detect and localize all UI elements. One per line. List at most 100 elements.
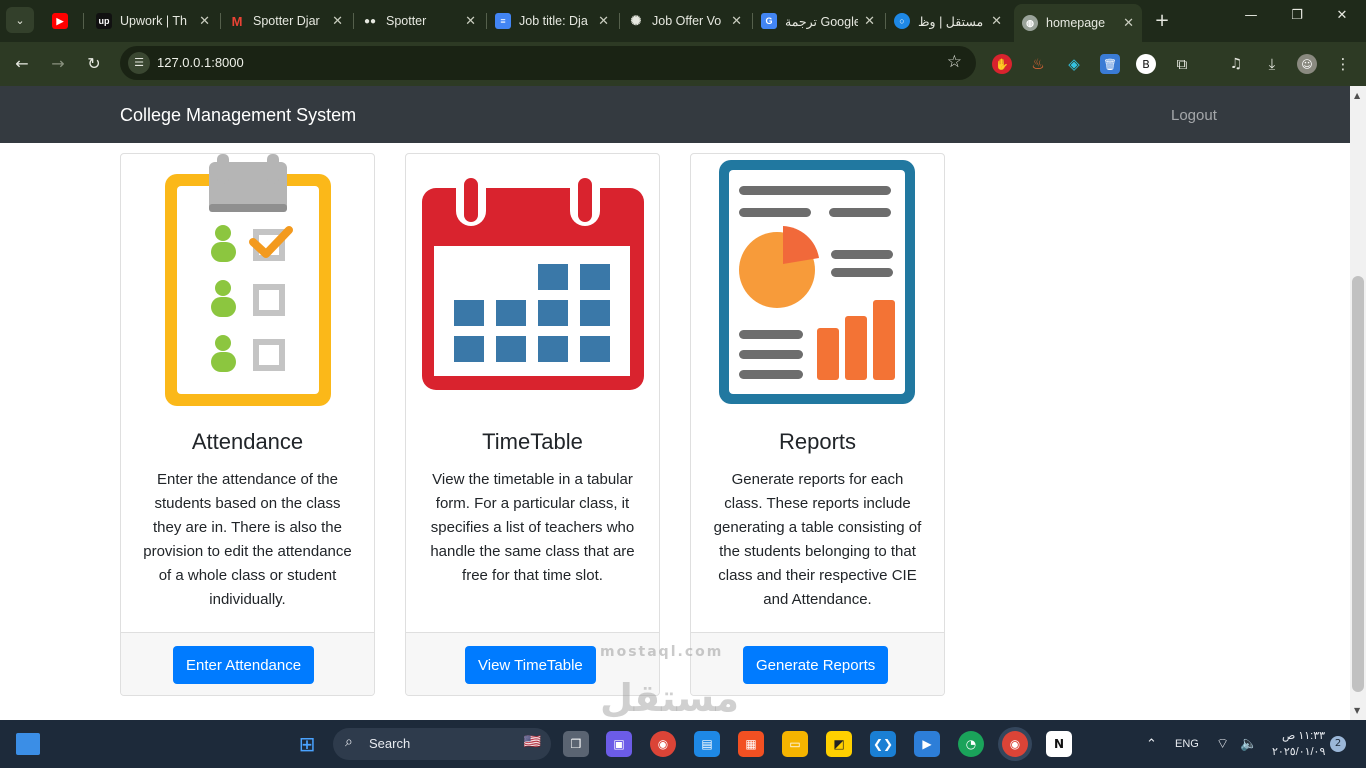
reload-icon[interactable]: ↻ <box>82 52 106 76</box>
close-tab-icon[interactable]: ✕ <box>598 13 609 29</box>
tab-title: مستقل | وظ <box>918 14 984 29</box>
notification-badge[interactable]: 2 <box>1330 736 1346 752</box>
media-player-icon[interactable]: ▶ <box>914 731 940 757</box>
card-title: Attendance <box>191 429 304 454</box>
search-highlight-icon: 🇺🇸 <box>523 734 541 750</box>
forward-icon[interactable]: → <box>46 52 70 76</box>
wifi-icon[interactable]: ⌔ <box>1216 735 1229 753</box>
tab-google-translate[interactable]: G ترجمة Google ✕ <box>753 6 883 36</box>
close-tab-icon[interactable]: ✕ <box>991 13 1002 29</box>
upwork-icon: up <box>96 13 112 29</box>
restore-icon[interactable]: ❐ <box>1277 8 1317 23</box>
close-window-icon[interactable]: ✕ <box>1322 8 1362 23</box>
browser-menu-icon[interactable]: ⋮ <box>1333 54 1353 74</box>
globe-icon: ◍ <box>1022 15 1038 31</box>
mostaql-icon: ○ <box>894 13 910 29</box>
download-icon[interactable]: ⤓ <box>1262 54 1282 74</box>
reports-card: Reports Generate reports for each class.… <box>690 153 945 696</box>
watermark-text: مستقل <box>600 676 739 720</box>
eye-extension-icon[interactable]: ◈ <box>1064 54 1084 74</box>
translate-icon: G <box>761 13 777 29</box>
tab-google-docs[interactable]: ≡ Job title: Dja ✕ <box>487 6 617 36</box>
volume-icon[interactable]: 🔈 <box>1240 735 1257 752</box>
language-indicator[interactable]: ENG <box>1175 738 1199 750</box>
close-tab-icon[interactable]: ✕ <box>731 13 742 29</box>
tab-mostaql[interactable]: ○ مستقل | وظ ✕ <box>886 6 1010 36</box>
tab-title: homepage <box>1046 16 1106 30</box>
monitor-app-icon[interactable]: ▤ <box>694 731 720 757</box>
tab-spotter[interactable]: ●● Spotter ✕ <box>354 6 484 36</box>
teams-icon[interactable]: ▣ <box>606 731 632 757</box>
bookmark-star-icon[interactable]: ☆ <box>947 52 962 72</box>
ublock-extension-icon[interactable]: ✋ <box>992 54 1012 74</box>
close-tab-icon[interactable]: ✕ <box>199 13 210 29</box>
browser-toolbar: ← → ↻ ☰ 127.0.0.1:8000 ☆ ✋ ♨ ◈ 🗑 B ⧉ ♫ ⤓… <box>0 42 1366 86</box>
generate-reports-button[interactable]: Generate Reports <box>743 646 889 684</box>
close-tab-icon[interactable]: ✕ <box>864 13 875 29</box>
gmail-icon: M <box>231 13 243 29</box>
edge-icon[interactable]: ◔ <box>958 731 984 757</box>
vscode-icon[interactable]: ❮❯ <box>870 731 896 757</box>
url-text: 127.0.0.1:8000 <box>157 55 244 70</box>
clock-time[interactable]: ١١:٣٣ ص <box>1282 729 1325 742</box>
tab-youtube[interactable]: ▶ <box>44 6 82 36</box>
web-page: College Management System Logout Attenda… <box>0 86 1350 720</box>
file-explorer-icon[interactable]: ▭ <box>782 731 808 757</box>
enter-attendance-button[interactable]: Enter Attendance <box>173 646 315 684</box>
windows-start-icon[interactable]: ⊞ <box>294 731 320 757</box>
show-hidden-icons[interactable]: ⌃ <box>1146 736 1157 752</box>
docs-icon: ≡ <box>495 13 511 29</box>
tab-homepage[interactable]: ◍ homepage ✕ <box>1014 4 1142 42</box>
chrome-active-icon[interactable]: ◉ <box>1002 731 1028 757</box>
scroll-thumb[interactable] <box>1352 276 1364 692</box>
page-scrollbar[interactable]: ▲ ▼ <box>1350 86 1366 720</box>
b-extension-icon[interactable]: B <box>1136 54 1156 74</box>
card-description: Enter the attendance of the students bas… <box>143 471 352 608</box>
tab-search-dropdown-icon[interactable]: ⌄ <box>6 7 34 33</box>
logout-link[interactable]: Logout <box>1171 107 1217 124</box>
attendance-card: Attendance Enter the attendance of the s… <box>120 153 375 696</box>
tab-gmail[interactable]: M Spotter Djar ✕ <box>221 6 351 36</box>
tab-title: ترجمة Google <box>785 14 859 29</box>
extensions-puzzle-icon[interactable]: ⧉ <box>1172 54 1192 74</box>
tab-upwork[interactable]: up Upwork | Th ✕ <box>88 6 218 36</box>
media-control-icon[interactable]: ♫ <box>1226 54 1246 74</box>
card-description: Generate reports for each class. These r… <box>713 471 922 608</box>
site-navbar: College Management System Logout <box>0 86 1350 143</box>
site-info-icon[interactable]: ☰ <box>128 52 150 74</box>
card-footer: Enter Attendance <box>121 632 374 695</box>
notion-icon[interactable]: N <box>1046 731 1072 757</box>
profile-avatar-icon[interactable]: ☺ <box>1297 54 1317 74</box>
card-title: Reports <box>778 429 857 454</box>
card-title: TimeTable <box>482 429 583 454</box>
back-icon[interactable]: ← <box>10 52 34 76</box>
fire-extension-icon[interactable]: ♨ <box>1028 54 1048 74</box>
scroll-up-arrow-icon[interactable]: ▲ <box>1354 91 1360 100</box>
minimize-icon[interactable]: — <box>1231 8 1271 23</box>
task-view-icon[interactable]: ❒ <box>563 731 589 757</box>
taskbar-search-box[interactable]: ⌕ Search 🇺🇸 <box>333 728 551 760</box>
timetable-card: TimeTable View the timetable in a tabula… <box>405 153 660 696</box>
scroll-down-arrow-icon[interactable]: ▼ <box>1354 706 1360 715</box>
browser-tab-strip: ⌄ ▶ up Upwork | Th ✕ M Spotter Djar ✕ ●●… <box>0 0 1366 42</box>
widgets-icon[interactable] <box>16 733 40 755</box>
chrome-pinned-icon[interactable]: ◉ <box>650 731 676 757</box>
address-bar[interactable]: ☰ 127.0.0.1:8000 ☆ <box>120 46 976 80</box>
search-label: Search <box>369 736 411 751</box>
site-brand[interactable]: College Management System <box>120 105 356 126</box>
close-tab-icon[interactable]: ✕ <box>332 13 343 29</box>
trash-extension-icon[interactable]: 🗑 <box>1100 54 1120 74</box>
clock-date[interactable]: ٢٠٢٥/٠١/٠٩ <box>1272 745 1325 758</box>
microsoft-store-icon[interactable]: ▦ <box>738 731 764 757</box>
new-tab-button[interactable]: + <box>1152 10 1172 31</box>
tab-chatgpt[interactable]: ✺ Job Offer Vo ✕ <box>620 6 750 36</box>
view-timetable-button[interactable]: View TimeTable <box>465 646 596 684</box>
close-tab-icon[interactable]: ✕ <box>465 13 476 29</box>
tab-separator <box>83 13 84 29</box>
close-tab-icon[interactable]: ✕ <box>1123 15 1134 31</box>
windows-taskbar: ⊞ ⌕ Search 🇺🇸 ❒ ▣ ◉ ▤ ▦ ▭ ◩ ❮❯ ▶ ◔ ◉ N ⌃… <box>0 720 1366 768</box>
sticky-notes-icon[interactable]: ◩ <box>826 731 852 757</box>
attendance-clipboard-icon <box>121 154 374 414</box>
card-description: View the timetable in a tabular form. Fo… <box>430 471 635 584</box>
report-document-icon <box>691 154 944 414</box>
